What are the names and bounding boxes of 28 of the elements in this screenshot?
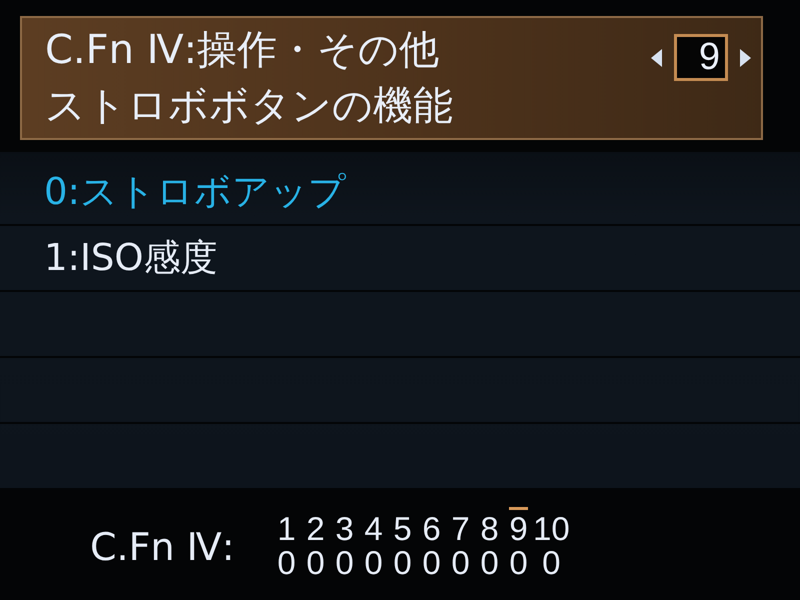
function-setting: 0	[335, 545, 354, 581]
menu-label: C.Fn Ⅳ:	[90, 524, 236, 569]
function-number: 2	[306, 509, 325, 545]
function-setting: 0	[277, 545, 296, 581]
function-number: 9	[509, 507, 528, 545]
number-field[interactable]: 9	[674, 34, 728, 81]
function-setting: 0	[451, 545, 470, 581]
option-label[interactable]: 1:ISO感度	[44, 233, 218, 283]
function-number: 1	[277, 509, 296, 545]
function-number: 6	[422, 509, 441, 545]
function-setting: 0	[509, 545, 528, 581]
option-label[interactable]: 0:ストロボアップ	[44, 167, 346, 217]
function-number: 4	[364, 509, 383, 545]
function-number: 8	[480, 509, 499, 545]
function-setting: 0	[306, 545, 325, 581]
right-triangle-icon[interactable]	[740, 48, 751, 66]
function-setting: 0	[393, 545, 412, 581]
menu-title: C.Fn Ⅳ:操作・その他	[45, 26, 440, 75]
left-triangle-icon[interactable]	[651, 48, 662, 66]
function-setting: 0	[542, 545, 561, 581]
function-number: 7	[451, 509, 470, 545]
function-setting: 0	[422, 545, 441, 581]
function-number: 10	[533, 509, 570, 545]
function-title: ストロボボタンの機能	[45, 82, 454, 131]
function-setting: 0	[364, 545, 383, 581]
function-setting: 0	[480, 545, 499, 581]
function-number: 5	[393, 509, 412, 545]
function-number: 3	[335, 509, 354, 545]
